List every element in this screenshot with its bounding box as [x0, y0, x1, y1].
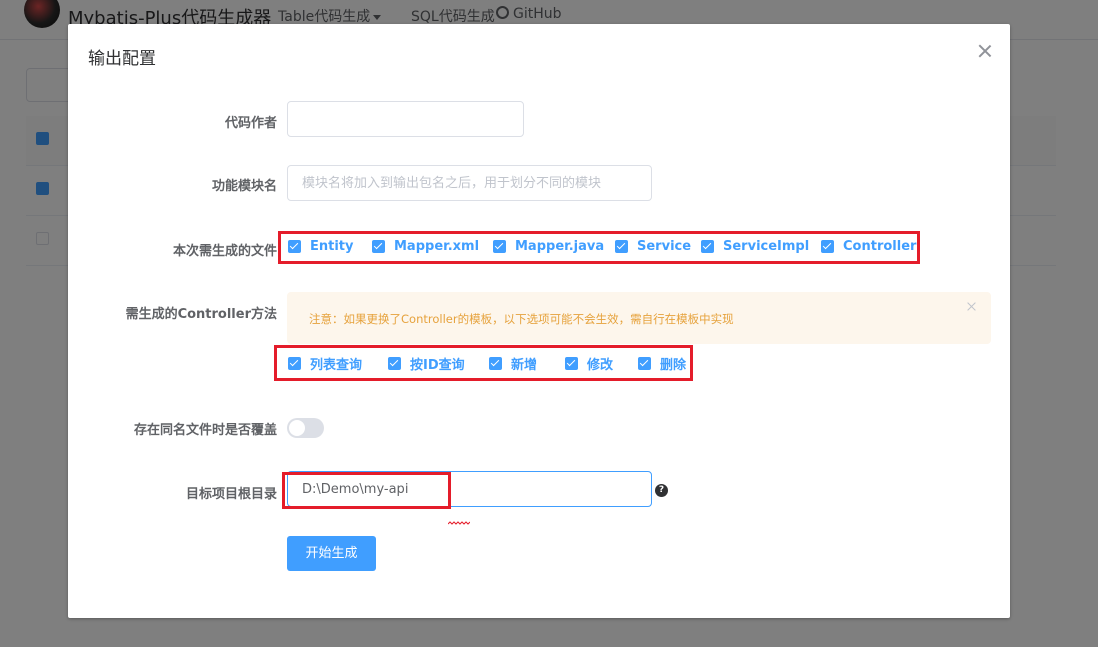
overwrite-label: 存在同名文件时是否覆盖: [133, 423, 277, 438]
dialog-title: 输出配置: [88, 49, 156, 69]
start-generate-button[interactable]: 开始生成: [287, 536, 376, 571]
author-input[interactable]: [287, 101, 524, 137]
output-config-dialog: 输出配置 代码作者 功能模块名 本次需生成的文件 Entity Mapper.x…: [68, 24, 1010, 618]
author-label: 代码作者: [224, 116, 277, 131]
spellcheck-underline: [448, 521, 470, 525]
alert-close-icon[interactable]: [967, 302, 977, 312]
overwrite-toggle[interactable]: [287, 418, 324, 438]
controller-methods-label: 需生成的Controller方法: [125, 307, 277, 322]
alert-text: 注意：如果更换了Controller的模板，以下选项可能不会生效，需自行在模板中…: [309, 312, 734, 326]
close-icon[interactable]: [978, 44, 992, 58]
highlight-box-files: [278, 231, 920, 264]
module-input[interactable]: [287, 165, 652, 201]
highlight-box-root-dir: [282, 472, 451, 509]
files-label: 本次需生成的文件: [172, 244, 277, 259]
root-dir-label: 目标项目根目录: [185, 487, 277, 502]
warning-alert: 注意：如果更换了Controller的模板，以下选项可能不会生效，需自行在模板中…: [287, 292, 991, 344]
highlight-box-methods: [274, 345, 693, 381]
module-label: 功能模块名: [211, 179, 277, 194]
question-circle-icon[interactable]: ?: [655, 484, 668, 497]
